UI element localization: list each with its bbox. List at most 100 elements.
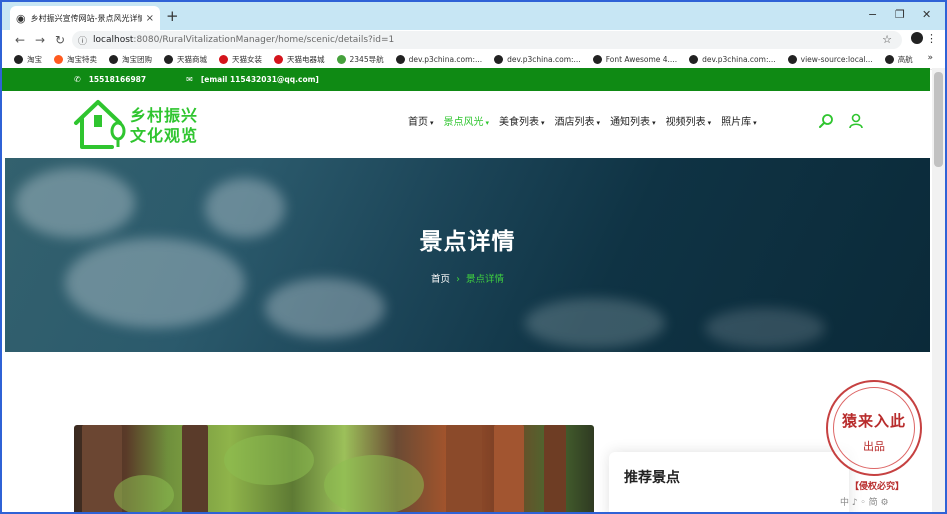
ime-toolbar: 中 ♪ ◦ 简 ⚙ <box>840 498 889 508</box>
breadcrumb-home[interactable]: 首页 <box>431 274 450 285</box>
bookmark-label: 淘宝特卖 <box>67 55 97 64</box>
recommended-title: 推荐景点 <box>624 470 680 486</box>
bookmark-favicon-icon <box>689 55 699 64</box>
breadcrumb-current: 景点详情 <box>465 274 504 285</box>
nav-item[interactable]: 照片库 ▾ <box>721 113 757 128</box>
url-path: :8080/RuralVitalizationManager/home/scen… <box>133 35 395 45</box>
bookmark-label: dev.p3china.com:... <box>507 55 581 64</box>
search-icon[interactable] <box>818 113 834 129</box>
bookmark-item[interactable]: 淘宝特卖 <box>54 54 97 65</box>
nav-item-label: 照片库 <box>721 117 752 128</box>
bookmark-favicon-icon <box>395 55 405 64</box>
phone-number: 15518166987 <box>88 75 147 84</box>
bookmark-favicon-icon <box>494 55 504 64</box>
user-icon[interactable] <box>848 113 864 129</box>
tree-trunk <box>494 425 524 512</box>
bookmark-favicon-icon <box>336 55 346 64</box>
main-nav: 首页 ▾ 景点风光 ▾ 美食列表 ▾ 酒店列表 ▾ 通知列表 ▾ 视频列表 ▾ 照片库 ▾ <box>408 113 767 128</box>
tree-trunk <box>544 425 566 512</box>
bookmark-item[interactable]: 天猫商城 <box>164 54 207 65</box>
chevron-down-icon: ▾ <box>430 119 434 127</box>
close-window-button[interactable]: ✕ <box>922 8 931 21</box>
bookmark-label: 2345导航 <box>349 55 384 64</box>
nav-item[interactable]: 美食列表 ▾ <box>499 113 545 128</box>
bookmark-favicon-icon <box>274 55 283 64</box>
bookmark-favicon-icon <box>592 55 602 64</box>
email-contact: ✉ [email 115432031@qq.com] <box>186 75 319 84</box>
bookmarks-more-button[interactable]: » <box>927 53 933 63</box>
tab-title: 乡村振兴宣传网站-景点风光详情 <box>30 13 142 23</box>
nav-item[interactable]: 通知列表 ▾ <box>610 113 656 128</box>
nav-item[interactable]: 景点风光 ▾ <box>444 113 490 128</box>
bookmark-favicon-icon <box>14 55 23 64</box>
nav-item-label: 首页 <box>408 117 428 128</box>
website: ✆ 15518166987 ✉ [email 115432031@qq.com]… <box>2 68 930 512</box>
stamp-text: 猿来入此 <box>841 412 906 430</box>
bookmark-label: 天猫女装 <box>232 55 262 64</box>
bookmark-item[interactable]: dev.p3china.com:... <box>689 55 776 64</box>
nav-item-label: 通知列表 <box>610 117 651 128</box>
close-tab-icon[interactable]: × <box>146 13 154 24</box>
bookmark-favicon-icon <box>884 55 894 64</box>
envelope-icon: ✉ <box>186 75 193 84</box>
bookmark-item[interactable]: dev.p3china.com:... <box>395 55 482 64</box>
bookmark-item[interactable]: 天猫女装 <box>219 54 262 65</box>
bookmark-item[interactable]: 淘宝团购 <box>109 54 152 65</box>
phone-icon: ✆ <box>74 75 81 84</box>
breadcrumb-chevron-icon: › <box>456 274 460 285</box>
url-input[interactable]: ⓘ localhost:8080/RuralVitalizationManage… <box>72 31 902 49</box>
maximize-button[interactable]: ❐ <box>895 8 905 21</box>
bookmark-label: 天猫电器城 <box>287 55 325 64</box>
nav-item-label: 景点风光 <box>443 117 484 128</box>
nav-item[interactable]: 首页 ▾ <box>408 113 434 128</box>
menu-kebab-icon[interactable]: ⋮ <box>926 32 937 45</box>
minimize-button[interactable]: − <box>868 8 877 21</box>
bookmark-item[interactable]: 天猫电器城 <box>274 54 325 65</box>
bookmark-item[interactable]: 高航 <box>884 54 913 65</box>
phone-contact: ✆ 15518166987 <box>74 75 146 84</box>
account-icon[interactable] <box>911 32 923 44</box>
bookmark-favicon-icon <box>54 55 63 64</box>
contact-topbar: ✆ 15518166987 ✉ [email 115432031@qq.com] <box>2 68 930 91</box>
site-header: 乡村振兴 文化观览 首页 ▾ 景点风光 ▾ 美食列表 ▾ 酒店列表 ▾ 通知列表 ▾ 视频列表 ▾ 照片… <box>2 91 930 158</box>
bookmark-favicon-icon <box>109 55 118 64</box>
globe-icon: ◉ <box>16 11 26 25</box>
back-button[interactable]: ← <box>10 33 30 47</box>
reload-button[interactable]: ↻ <box>50 33 70 47</box>
bookmark-item[interactable]: dev.p3china.com:... <box>494 55 581 64</box>
watermark-stamp: 猿来入此 出品 <box>826 380 922 476</box>
foliage <box>324 455 424 512</box>
nav-item-label: 酒店列表 <box>554 117 595 128</box>
bookmark-item[interactable]: 2345导航 <box>336 54 384 65</box>
bookmark-label: 淘宝 <box>27 55 42 64</box>
site-logo[interactable]: 乡村振兴 文化观览 <box>72 97 202 153</box>
cloud <box>705 308 825 348</box>
bookmark-label: 天猫商城 <box>177 55 207 64</box>
bookmarks-bar: 淘宝 淘宝特卖 淘宝团购 天猫商城 天猫女装 天猫电器城 2345导航 dev.p3china… <box>2 50 945 70</box>
page-scrollbar[interactable] <box>932 68 945 512</box>
bookmark-item[interactable]: 淘宝 <box>14 54 42 65</box>
scrollbar-thumb[interactable] <box>934 72 943 167</box>
hero-banner: 景点详情 首页 › 景点详情 <box>5 158 930 352</box>
url-host: localhost <box>93 35 134 45</box>
bookmark-favicon-icon <box>787 55 797 64</box>
address-bar: ← → ↻ ⓘ localhost:8080/RuralVitalization… <box>2 30 945 50</box>
bookmark-item[interactable]: Font Awesome 4.... <box>592 55 677 64</box>
nav-item[interactable]: 视频列表 ▾ <box>666 113 712 128</box>
recommended-card: 推荐景点 <box>609 452 849 512</box>
forward-button[interactable]: → <box>30 33 50 47</box>
logo-line-2: 文化观览 <box>130 126 199 145</box>
chevron-down-icon: ▾ <box>707 119 712 127</box>
tab-strip: ◉ 乡村振兴宣传网站-景点风光详情 × + − ❐ ✕ <box>2 2 945 30</box>
logo-line-1: 乡村振兴 <box>130 106 199 125</box>
new-tab-button[interactable]: + <box>166 7 179 25</box>
bookmark-star-icon[interactable]: ☆ <box>882 33 892 46</box>
info-icon[interactable]: ⓘ <box>78 34 87 47</box>
chevron-down-icon: ▾ <box>652 119 656 127</box>
chevron-down-icon: ▾ <box>485 119 490 127</box>
bookmark-item[interactable]: view-source:local... <box>787 55 873 64</box>
browser-tab[interactable]: ◉ 乡村振兴宣传网站-景点风光详情 × <box>10 6 160 30</box>
foliage <box>114 475 174 512</box>
nav-item[interactable]: 酒店列表 ▾ <box>555 113 601 128</box>
bookmark-label: 淘宝团购 <box>122 55 152 64</box>
